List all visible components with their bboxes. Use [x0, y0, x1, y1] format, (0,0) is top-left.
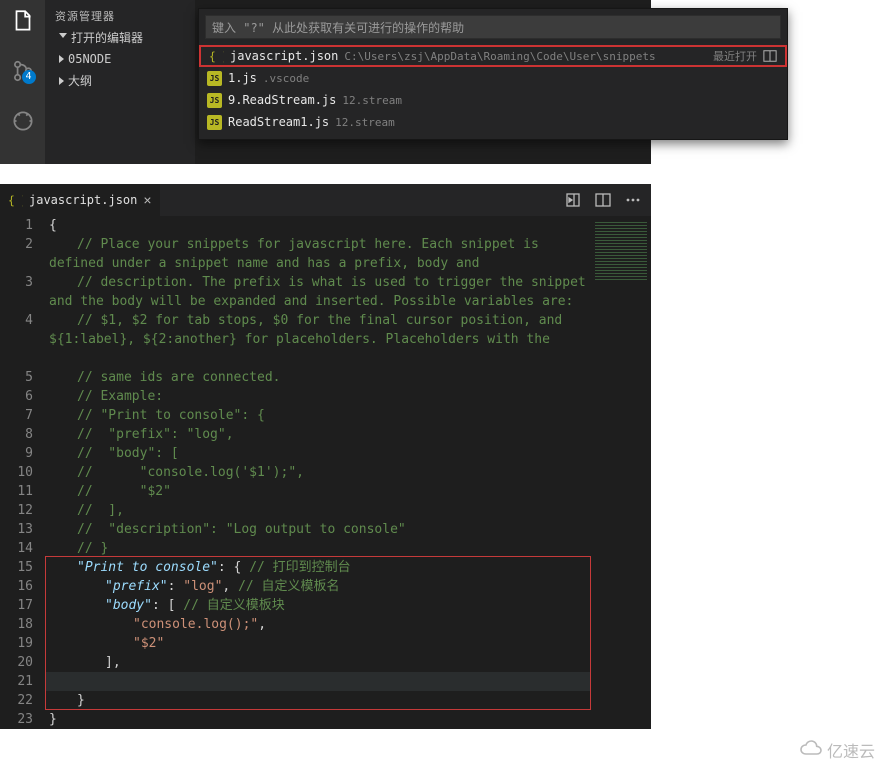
line-number: 12 [0, 501, 33, 520]
line-number: 18 [0, 615, 33, 634]
annotation-box [45, 556, 591, 710]
line-number: 7 [0, 406, 33, 425]
code-line[interactable]: // "$2" [49, 482, 591, 501]
line-number: 5 [0, 368, 33, 387]
code-line[interactable]: // Place your snippets for javascript he… [49, 235, 591, 273]
line-number: 8 [0, 425, 33, 444]
run-side-icon[interactable] [565, 192, 581, 208]
code-line[interactable]: // "body": [ [49, 444, 591, 463]
code-content[interactable]: {// Place your snippets for javascript h… [45, 216, 651, 729]
code-line[interactable]: { [49, 216, 591, 235]
code-line[interactable]: // "Print to console": { [49, 406, 591, 425]
line-number: 3 [0, 273, 33, 311]
quick-open-row[interactable]: { } javascript.json C:\Users\zsj\AppData\R… [199, 45, 787, 67]
tab-filename: javascript.json [29, 193, 137, 207]
code-line[interactable]: // "prefix": "log", [49, 425, 591, 444]
code-line[interactable]: } [49, 710, 591, 729]
quick-open-filename: 1.js [228, 71, 257, 85]
quick-open-filename: javascript.json [230, 49, 338, 63]
quick-open-path: 12.stream [335, 116, 395, 129]
line-number: 9 [0, 444, 33, 463]
line-number: 2 [0, 235, 33, 273]
sidebar-outline[interactable]: 大纲 [45, 69, 195, 92]
files-icon[interactable] [10, 8, 36, 34]
quick-open-hint: 最近打开 [713, 48, 757, 64]
tab-bar: { } javascript.json × [0, 184, 651, 216]
sidebar-folder-05node[interactable]: 05NODE [45, 49, 195, 69]
code-line[interactable]: // "console.log('$1');", [49, 463, 591, 482]
line-number: 21 [0, 672, 33, 691]
quick-open-row[interactable]: JS ReadStream1.js 12.stream [199, 111, 787, 133]
quick-open-filename: ReadStream1.js [228, 115, 329, 129]
line-number-gutter: 1234567891011121314151617181920212223 [0, 216, 45, 729]
line-number: 13 [0, 520, 33, 539]
explorer-sidebar: 资源管理器 打开的编辑器 05NODE 大纲 [45, 0, 195, 164]
tab-javascript-json[interactable]: { } javascript.json × [0, 184, 160, 216]
line-number: 6 [0, 387, 33, 406]
js-icon: JS [207, 115, 222, 130]
tab-actions [565, 184, 651, 216]
quick-open-path: 12.stream [342, 94, 402, 107]
code-line[interactable]: // ], [49, 501, 591, 520]
editor-panel: { } javascript.json × 123456789101112131… [0, 184, 651, 729]
explorer-title: 资源管理器 [45, 6, 195, 26]
quick-open-path: .vscode [263, 72, 309, 85]
code-area[interactable]: 1234567891011121314151617181920212223 {/… [0, 216, 651, 729]
more-icon[interactable] [625, 192, 641, 208]
debug-icon[interactable] [10, 108, 36, 134]
line-number: 10 [0, 463, 33, 482]
line-number: 17 [0, 596, 33, 615]
quick-open-row[interactable]: JS 1.js .vscode [199, 67, 787, 89]
line-number: 14 [0, 539, 33, 558]
quick-open-path: C:\Users\zsj\AppData\Roaming\Code\User\s… [344, 50, 655, 63]
close-icon[interactable]: × [143, 192, 151, 208]
quick-open-panel: 键入 "?" 从此处获取有关可进行的操作的帮助 { } javascript.js… [198, 8, 788, 140]
line-number: 11 [0, 482, 33, 501]
quick-open-placeholder: 键入 "?" 从此处获取有关可进行的操作的帮助 [212, 19, 464, 36]
line-number: 20 [0, 653, 33, 672]
quick-open-filename: 9.ReadStream.js [228, 93, 336, 107]
js-icon: JS [207, 93, 222, 108]
line-number: 22 [0, 691, 33, 710]
line-number: 23 [0, 710, 33, 729]
svg-text:{ }: { } [8, 194, 23, 207]
watermark: 亿速云 [799, 738, 875, 762]
line-number: 15 [0, 558, 33, 577]
line-number: 4 [0, 311, 33, 368]
line-number: 16 [0, 577, 33, 596]
quick-open-row[interactable]: JS 9.ReadStream.js 12.stream [199, 89, 787, 111]
activity-bar: 4 [0, 0, 45, 164]
code-line[interactable]: // Example: [49, 387, 591, 406]
code-line[interactable]: // description. The prefix is what is us… [49, 273, 591, 311]
js-icon: JS [207, 71, 222, 86]
quick-open-list: { } javascript.json C:\Users\zsj\AppData\R… [199, 45, 787, 139]
split-editor-icon[interactable] [595, 192, 611, 208]
line-number: 19 [0, 634, 33, 653]
split-icon[interactable] [763, 49, 777, 63]
line-number: 1 [0, 216, 33, 235]
json-icon: { } [209, 49, 224, 64]
code-line[interactable]: // "description": "Log output to console… [49, 520, 591, 539]
svg-text:{ }: { } [209, 50, 224, 63]
quick-open-input[interactable]: 键入 "?" 从此处获取有关可进行的操作的帮助 [205, 15, 781, 39]
json-icon: { } [8, 193, 23, 208]
source-control-icon[interactable]: 4 [10, 58, 36, 84]
code-line[interactable]: // same ids are connected. [49, 368, 591, 387]
sidebar-open-editors[interactable]: 打开的编辑器 [45, 26, 195, 49]
code-line[interactable]: // $1, $2 for tab stops, $0 for the fina… [49, 311, 591, 368]
explorer-and-quickopen: 4 资源管理器 打开的编辑器 05NODE 大纲 键入 "?" 从此处获取有关可… [0, 0, 651, 164]
minimap[interactable] [591, 216, 651, 729]
scm-badge: 4 [22, 70, 36, 84]
editor-area-top: 键入 "?" 从此处获取有关可进行的操作的帮助 { } javascript.js… [195, 0, 651, 164]
